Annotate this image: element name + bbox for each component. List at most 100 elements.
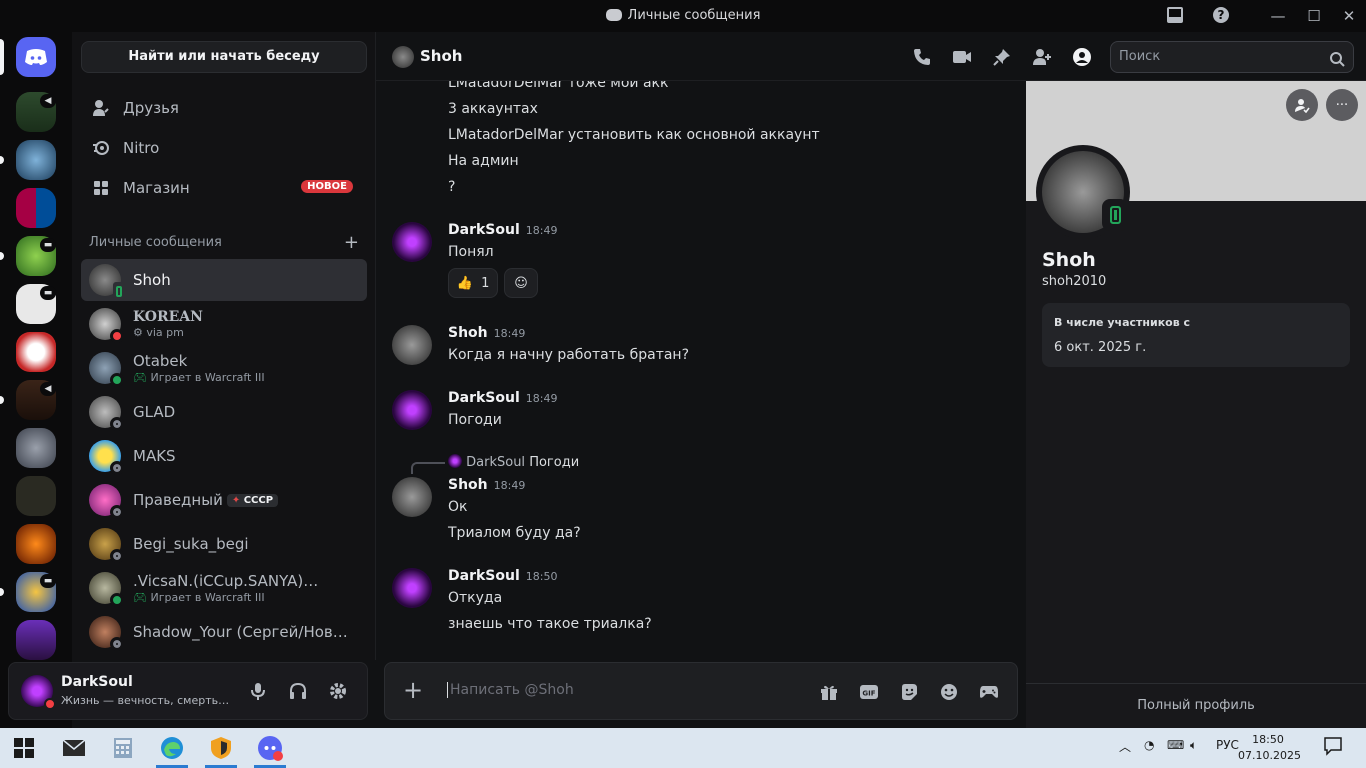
message-author[interactable]: DarkSoul 18:49 <box>448 390 557 406</box>
mail-app-icon[interactable] <box>54 732 94 764</box>
keyboard-icon[interactable]: ⌨ <box>1167 738 1184 752</box>
nav-friends-label: Друзья <box>123 99 179 117</box>
dnd-status-icon <box>110 329 124 343</box>
settings-gear-icon[interactable] <box>327 680 349 702</box>
message-author[interactable]: Shoh 18:49 <box>448 325 525 341</box>
headphones-icon[interactable] <box>287 680 309 702</box>
avatar <box>89 484 124 519</box>
inbox-icon[interactable] <box>1165 6 1185 26</box>
avatar-shoh[interactable] <box>392 477 432 517</box>
home-button[interactable] <box>16 37 56 77</box>
unread-pill <box>0 156 4 164</box>
system-clock[interactable]: 18:50 07.10.2025 <box>1238 732 1301 764</box>
start-button[interactable] <box>4 732 44 764</box>
message-author[interactable]: DarkSoul 18:49 <box>448 222 557 238</box>
nav-friends[interactable]: Друзья <box>81 89 367 127</box>
friend-status-button[interactable] <box>1286 89 1318 121</box>
unread-pill <box>0 588 4 596</box>
maximize-button[interactable]: ☐ <box>1304 6 1324 26</box>
member-since-card: В числе участников с 6 окт. 2025 г. <box>1042 303 1350 367</box>
message-timestamp: 18:49 <box>525 392 558 405</box>
profile-avatar[interactable] <box>1036 145 1130 239</box>
help-icon[interactable]: ? <box>1211 6 1231 26</box>
vpn-shield-app-icon[interactable] <box>201 732 241 768</box>
voice-call-icon[interactable] <box>911 46 933 68</box>
video-call-icon[interactable] <box>951 46 973 68</box>
message-input[interactable]: Написать @Shoh <box>447 682 574 698</box>
reaction-thumbs-up[interactable]: 👍 1 <box>448 268 498 298</box>
avatar-darksoul[interactable] <box>392 390 432 430</box>
dm-item-vicsan[interactable]: .VicsaN.(iCCup.SANYA) ♥ SEX! 🎮︎ Играет в W… <box>81 567 367 609</box>
find-conversation-button[interactable]: Найти или начать беседу <box>81 41 367 73</box>
dm-item-maks[interactable]: MAKS <box>81 435 367 477</box>
server-icon-9[interactable] <box>16 476 56 516</box>
avatar-shoh[interactable] <box>392 325 432 365</box>
pin-icon[interactable] <box>991 46 1013 68</box>
message-timestamp: 18:49 <box>493 327 526 340</box>
server-icon-6[interactable] <box>16 332 56 372</box>
dm-item-otabek[interactable]: Otabek 🎮︎ Играет в Warcraft III <box>81 347 367 389</box>
dm-name: MAKS <box>133 447 176 465</box>
user-custom-status: Жизнь — вечность, смерть — ... <box>61 694 231 707</box>
search-placeholder: Поиск <box>1119 49 1161 64</box>
create-dm-plus-icon[interactable]: + <box>344 232 359 253</box>
nav-shop[interactable]: Магазин НОВОЕ <box>81 169 367 207</box>
gift-icon[interactable] <box>818 681 840 703</box>
avatar-darksoul[interactable] <box>392 568 432 608</box>
reply-preview[interactable]: DarkSoul Погоди <box>448 454 579 470</box>
message-composer[interactable]: + Написать @Shoh GIF <box>384 662 1018 720</box>
user-profile-toggle-icon[interactable] <box>1071 46 1093 68</box>
message-line: На админ <box>448 153 519 169</box>
dm-item-pravedny[interactable]: Праведный ✦ СССР <box>81 479 367 521</box>
star-icon: ✦ <box>231 495 241 506</box>
full-profile-button[interactable]: Полный профиль <box>1026 683 1366 728</box>
edge-browser-icon[interactable] <box>152 732 192 768</box>
notifications-icon[interactable] <box>1323 736 1343 759</box>
attach-plus-icon[interactable]: + <box>401 678 425 703</box>
add-reaction-button[interactable]: ☺ <box>504 268 538 298</box>
offline-status-icon <box>110 417 124 431</box>
discord-taskbar-icon[interactable] <box>250 732 290 768</box>
recipient-avatar <box>392 46 414 68</box>
close-button[interactable]: ✕ <box>1339 6 1359 26</box>
volume-icon[interactable]: 🔈︎ <box>1190 738 1197 753</box>
dm-item-glad[interactable]: GLAD <box>81 391 367 433</box>
windows-logo-icon <box>14 738 34 758</box>
message-author[interactable]: Shoh 18:49 <box>448 477 525 493</box>
clock-time: 18:50 <box>1252 733 1284 746</box>
microphone-icon[interactable] <box>247 680 269 702</box>
emoji-icon[interactable] <box>938 681 960 703</box>
activities-gamepad-icon[interactable] <box>978 681 1000 703</box>
input-language[interactable]: РУС <box>1216 738 1239 752</box>
message-author[interactable]: DarkSoul 18:50 <box>448 568 557 584</box>
server-icon-12[interactable] <box>16 620 56 660</box>
dm-name: Begi_suka_begi <box>133 535 249 553</box>
nitro-icon <box>91 138 111 158</box>
user-avatar[interactable] <box>21 675 56 710</box>
server-icon-2[interactable] <box>16 140 56 180</box>
minimize-button[interactable]: — <box>1268 6 1288 26</box>
gif-icon[interactable]: GIF <box>858 681 880 703</box>
recipient-name[interactable]: Shoh <box>420 47 462 65</box>
calculator-app-icon[interactable] <box>103 732 143 764</box>
dm-item-korean[interactable]: KOREAN ⚙ via pm <box>81 303 367 345</box>
add-friends-to-dm-icon[interactable] <box>1031 46 1053 68</box>
speaker-icon: ◀ <box>40 382 56 396</box>
dm-name: Shadow_Your (Сергей/Нович... <box>133 623 353 641</box>
dm-item-begi[interactable]: Begi_suka_begi <box>81 523 367 565</box>
nav-nitro[interactable]: Nitro <box>81 129 367 167</box>
more-options-icon[interactable]: ··· <box>1326 89 1358 121</box>
show-hidden-icons-chevron-up-icon[interactable]: ︿ <box>1119 738 1131 755</box>
user-profile-panel: ··· Shoh shoh2010 В числе участников с 6… <box>1026 81 1366 728</box>
guild-tag: ✦ СССР <box>226 494 279 507</box>
sticker-icon[interactable] <box>898 681 920 703</box>
server-icon-barca[interactable] <box>16 188 56 228</box>
dm-item-shoh[interactable]: Shoh <box>81 259 367 301</box>
server-icon-10[interactable] <box>16 524 56 564</box>
server-icon-8[interactable] <box>16 428 56 468</box>
search-input[interactable]: Поиск <box>1110 41 1354 73</box>
message-line: Триалом буду да? <box>448 525 581 541</box>
dm-item-shadow[interactable]: Shadow_Your (Сергей/Нович... <box>81 611 367 653</box>
avatar-darksoul[interactable] <box>392 222 432 262</box>
network-icon[interactable]: ◔ <box>1144 738 1154 752</box>
